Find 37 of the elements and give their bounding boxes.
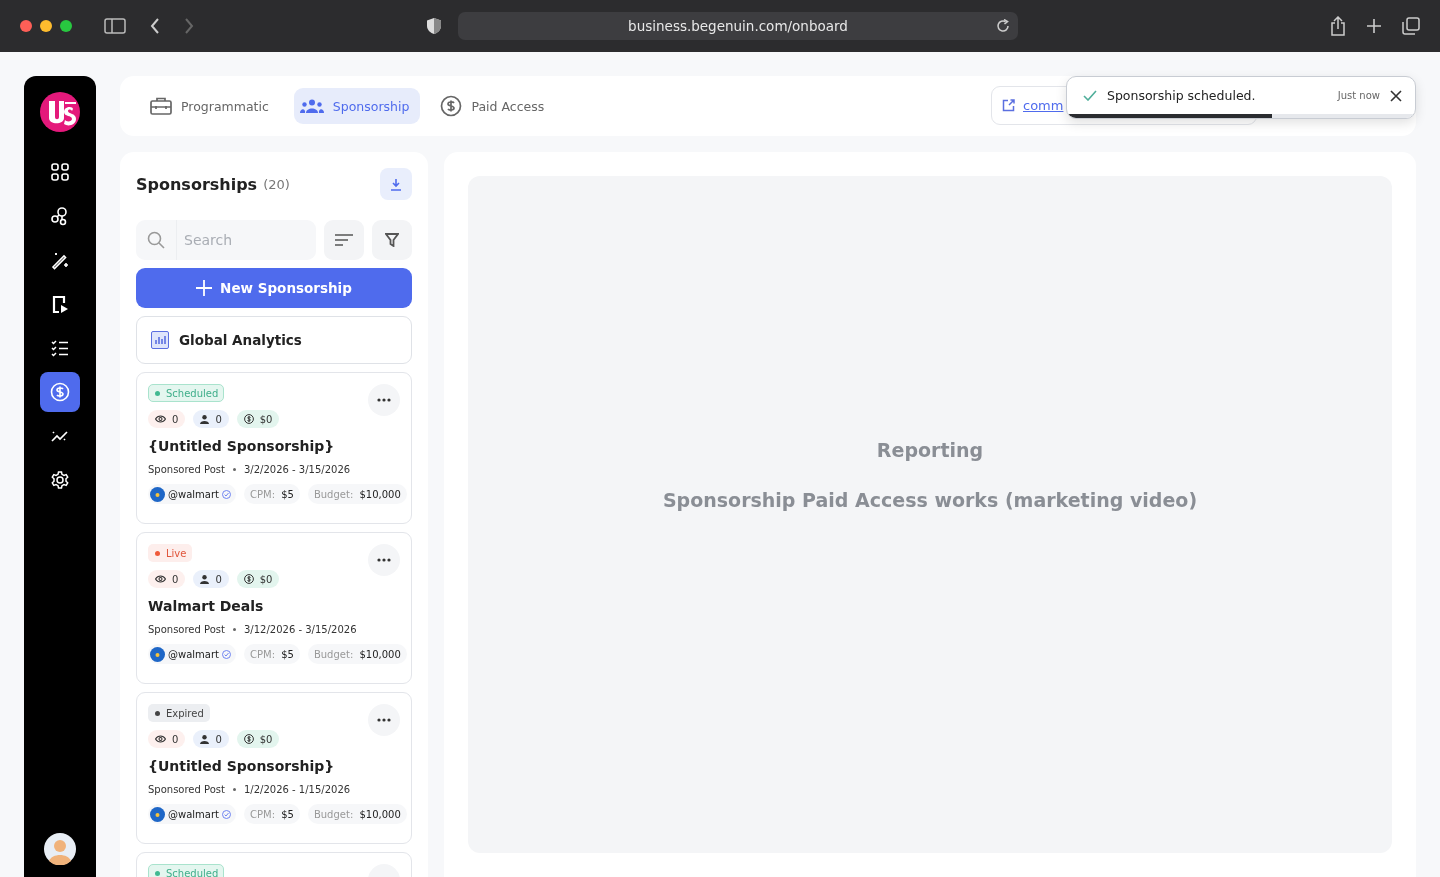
views-count: 0: [148, 570, 186, 588]
date-range: 1/2/2026 - 1/15/2026: [244, 784, 351, 795]
date-range: 3/2/2026 - 3/15/2026: [244, 464, 351, 475]
earnings-amount: $0: [236, 410, 280, 428]
toast-time: Just now: [1337, 90, 1380, 101]
report-subtitle: Sponsorship Paid Access works (marketing video): [662, 488, 1198, 511]
people-count: 0: [193, 570, 229, 588]
earnings-amount: $0: [236, 570, 280, 588]
card-title: {Untitled Sponsorship}: [148, 758, 336, 774]
status-badge: Expired: [148, 704, 210, 722]
card-title: {Untitled Sponsorship}: [148, 438, 336, 454]
account-tag: @walmart: [148, 804, 236, 824]
item-count: (20): [263, 176, 290, 192]
cpm-tag: CPM: $5: [244, 804, 300, 824]
budget-tag: Budget: $10,000: [307, 484, 407, 504]
cpm-tag: CPM: $5: [244, 644, 300, 664]
status-badge: Scheduled: [148, 384, 225, 402]
post-type: Sponsored Post: [148, 784, 225, 795]
status-badge: Live: [148, 544, 193, 562]
report-title: Reporting: [876, 438, 984, 461]
account-tag: @walmart: [148, 644, 236, 664]
budget-tag: Budget: $10,000: [307, 804, 407, 824]
status-badge: Scheduled: [148, 864, 225, 877]
date-range: 3/12/2026 - 3/15/2026: [244, 624, 357, 635]
people-count: 0: [193, 730, 229, 748]
panel-title: Sponsorships: [136, 174, 258, 194]
people-count: 0: [193, 410, 229, 428]
post-type: Sponsored Post: [148, 624, 225, 635]
budget-tag: Budget: $10,000: [307, 644, 407, 664]
account-tag: @walmart: [148, 484, 236, 504]
earnings-amount: $0: [236, 730, 280, 748]
views-count: 0: [148, 410, 186, 428]
views-count: 0: [148, 730, 186, 748]
post-type: Sponsored Post: [148, 464, 225, 475]
card-title: Walmart Deals: [148, 598, 265, 614]
cpm-tag: CPM: $5: [244, 484, 300, 504]
toast-message: Sponsorship scheduled.: [1107, 88, 1257, 103]
